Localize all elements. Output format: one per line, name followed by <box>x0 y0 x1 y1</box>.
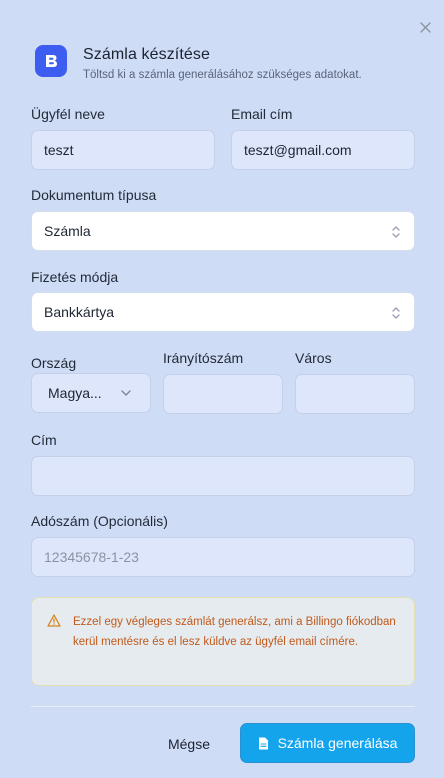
document-icon <box>258 737 268 749</box>
chevron-up-down-icon <box>392 307 400 319</box>
warning-triangle-icon <box>47 614 61 627</box>
dialog-subtitle: Töltsd ki a számla generálásához szükség… <box>83 69 362 81</box>
close-icon <box>419 21 431 33</box>
dialog-header: Számla készítése Töltsd ki a számla gene… <box>35 45 362 81</box>
customer-name-label: Ügyfél neve <box>31 106 105 122</box>
document-type-value: Számla <box>44 223 91 239</box>
document-type-select[interactable]: Számla <box>31 211 415 251</box>
postal-code-label: Irányítószám <box>163 350 244 366</box>
city-input[interactable] <box>295 374 415 414</box>
country-value: Magya... <box>48 385 102 401</box>
document-type-label: Dokumentum típusa <box>31 187 157 203</box>
address-label: Cím <box>31 432 57 448</box>
customer-name-input[interactable] <box>31 130 215 170</box>
chevron-up-down-icon <box>392 226 400 238</box>
email-input[interactable] <box>231 130 415 170</box>
address-input[interactable] <box>31 456 415 496</box>
tax-number-label: Adószám (Opcionális) <box>31 513 168 529</box>
footer-divider <box>31 706 415 707</box>
generate-invoice-label: Számla generálása <box>277 735 398 751</box>
city-label: Város <box>295 350 332 366</box>
payment-method-value: Bankkártya <box>44 304 115 320</box>
payment-method-select[interactable]: Bankkártya <box>31 292 415 332</box>
warning-alert-text: Ezzel egy végleges számlát generálsz, am… <box>73 616 396 648</box>
country-label: Ország <box>31 355 77 371</box>
chevron-down-icon <box>121 390 131 396</box>
postal-code-input[interactable] <box>163 374 283 414</box>
cancel-button[interactable]: Mégse <box>155 730 223 758</box>
generate-invoice-button[interactable]: Számla generálása <box>240 723 415 763</box>
billingo-logo-icon <box>35 45 67 77</box>
tax-number-input[interactable] <box>31 537 415 577</box>
payment-method-label: Fizetés módja <box>31 269 119 285</box>
dialog-title: Számla készítése <box>83 46 210 63</box>
warning-alert: Ezzel egy végleges számlát generálsz, am… <box>31 597 415 686</box>
close-button[interactable] <box>414 16 436 38</box>
country-select[interactable]: Magya... <box>31 373 151 413</box>
email-label: Email cím <box>231 106 293 122</box>
